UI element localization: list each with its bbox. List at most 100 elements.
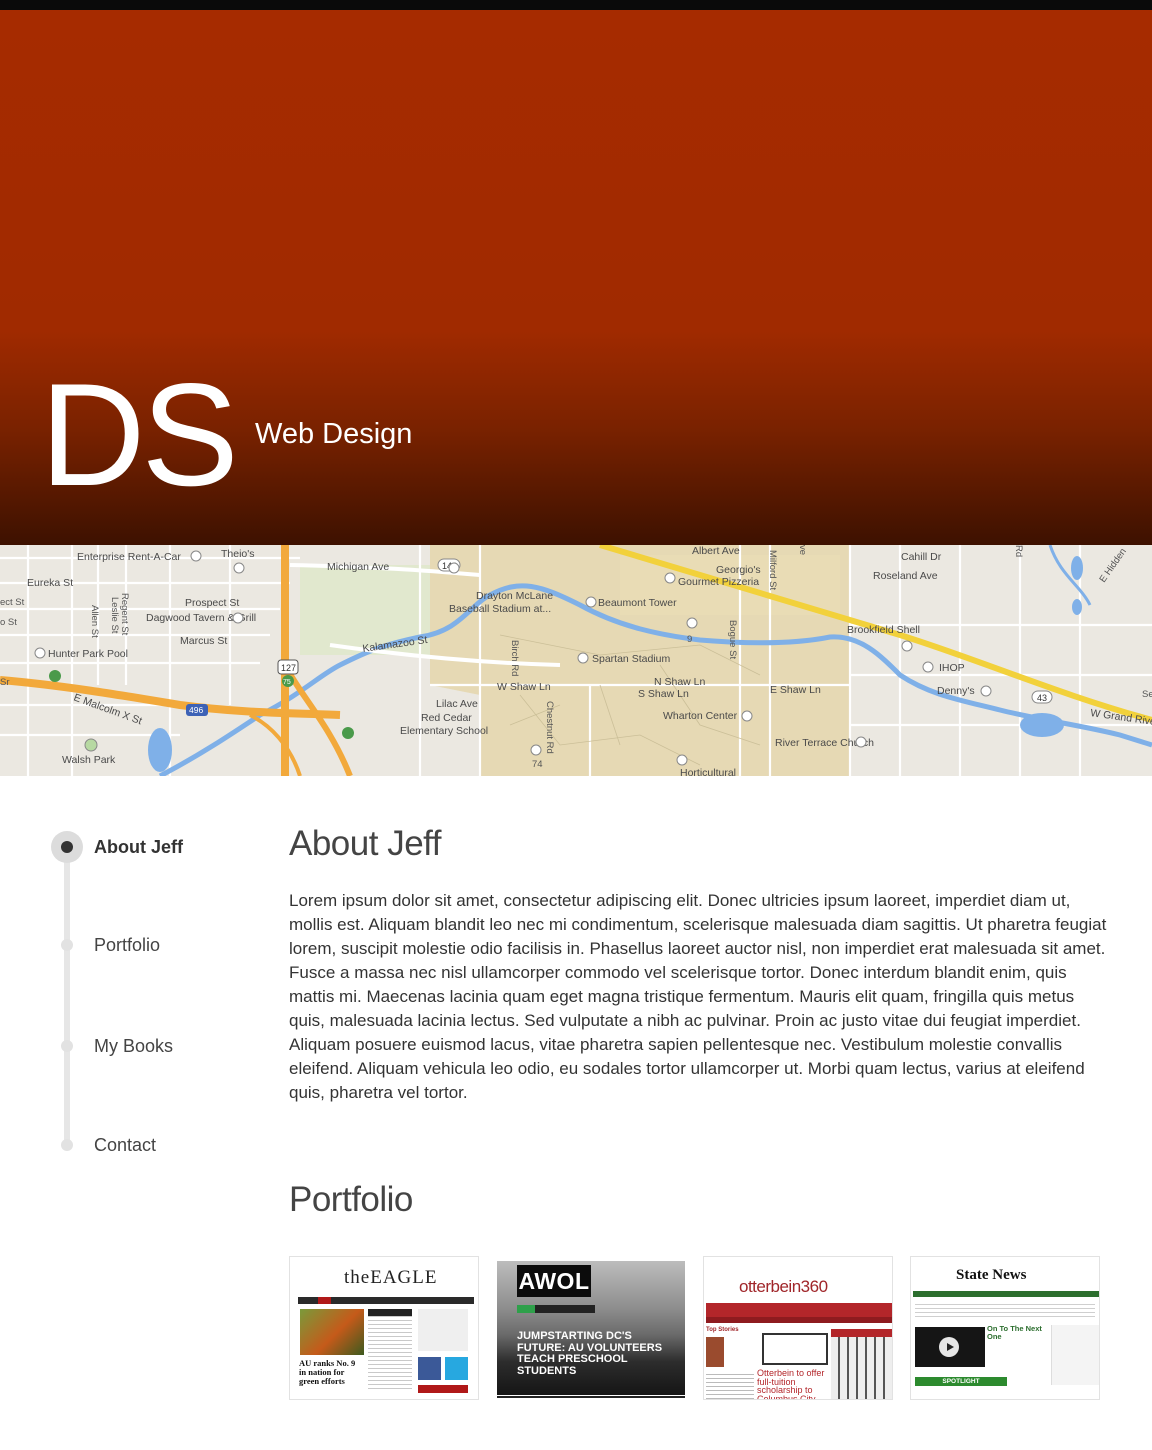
portfolio-thumb-state-news[interactable]: State News On To The Next One SPOTLIGHT: [910, 1256, 1100, 1400]
thumb-brand: theEAGLE: [344, 1267, 438, 1288]
svg-text:496: 496: [189, 705, 203, 715]
play-icon: [939, 1337, 959, 1357]
svg-text:Horticultural: Horticultural: [680, 767, 736, 776]
thumb-photo: [706, 1337, 724, 1367]
svg-text:Eureka St: Eureka St: [27, 577, 73, 589]
map-canvas[interactable]: Enterprise Rent-A-Car Theio's Michigan A…: [0, 545, 1152, 776]
thumb-brand: otterbein360: [739, 1277, 828, 1296]
portfolio-grid: theEAGLE AU ranks No. 9 in nation for gr…: [289, 1256, 1109, 1400]
thumb-rule: [497, 1396, 685, 1398]
thumb-nav-strip: [517, 1305, 595, 1313]
portfolio-thumb-awol[interactable]: AWOL JUMPSTARTING DC'S FUTURE: AU VOLUNT…: [496, 1256, 686, 1400]
svg-text:Georgio's: Georgio's: [716, 564, 761, 576]
thumb-text-lines: [915, 1301, 1095, 1319]
svg-text:Theio's: Theio's: [221, 548, 255, 560]
nav-dot-icon: [61, 939, 73, 951]
svg-text:Hunter Park Pool: Hunter Park Pool: [48, 648, 128, 660]
svg-text:Spartan Stadium: Spartan Stadium: [592, 653, 670, 665]
about-heading: About Jeff: [289, 824, 441, 863]
nav-dot-icon: [61, 1139, 73, 1151]
thumb-headline: AU ranks No. 9 in nation for green effor…: [299, 1358, 356, 1386]
section-nav: About Jeff Portfolio My Books Contact: [50, 830, 270, 1160]
thumb-brand: AWOL: [517, 1265, 591, 1297]
thumb-right-column: [1051, 1325, 1099, 1385]
thumb-section: SPOTLIGHT: [915, 1377, 1007, 1386]
svg-text:Se: Se: [1142, 689, 1152, 700]
nav-active-dot-icon: [51, 831, 83, 863]
svg-text:ect St: ect St: [0, 597, 25, 608]
svg-text:Rd: Rd: [1013, 545, 1024, 557]
thumb-list: [706, 1371, 754, 1399]
top-bar: [0, 0, 1152, 10]
svg-text:43: 43: [1037, 693, 1047, 703]
thumb-column: [368, 1309, 412, 1389]
hero-header: DS Web Design: [0, 10, 1152, 545]
svg-text:127: 127: [281, 663, 296, 673]
nav-item-label: My Books: [94, 1036, 174, 1056]
nav-item-label: About Jeff: [94, 837, 183, 857]
svg-text:Cahill Dr: Cahill Dr: [901, 551, 942, 563]
nav-timeline: [64, 846, 70, 1146]
thumb-nav-strip: [706, 1317, 892, 1323]
svg-text:Drayton McLane: Drayton McLane: [476, 590, 553, 602]
svg-text:Brookfield Shell: Brookfield Shell: [847, 624, 920, 636]
thumb-nav-strip: [913, 1291, 1099, 1297]
about-body: Lorem ipsum dolor sit amet, consectetur …: [289, 891, 1107, 1102]
svg-text:E Shaw Ln: E Shaw Ln: [770, 684, 821, 696]
svg-text:Walsh Park: Walsh Park: [62, 754, 116, 766]
thumb-calendar: [831, 1329, 892, 1399]
svg-text:Leslie St: Leslie St: [109, 597, 120, 634]
svg-text:ve: ve: [797, 545, 808, 555]
twitter-icon: [445, 1357, 468, 1380]
svg-text:o St: o St: [0, 617, 17, 628]
svg-text:Gourmet Pizzeria: Gourmet Pizzeria: [678, 576, 759, 588]
svg-text:Beaumont Tower: Beaumont Tower: [598, 597, 677, 609]
svg-text:Milford St: Milford St: [767, 550, 778, 590]
portfolio-heading: Portfolio: [289, 1180, 413, 1219]
nav-dot-icon: [61, 1040, 73, 1052]
svg-text:75: 75: [283, 679, 291, 686]
svg-text:Roseland Ave: Roseland Ave: [873, 570, 938, 582]
thumb-headline: On To The Next One: [987, 1324, 1042, 1341]
svg-text:Red Cedar: Red Cedar: [421, 712, 472, 724]
thumb-red-bar: [418, 1385, 468, 1393]
portfolio-thumb-otterbein[interactable]: otterbein360 Top Stories Otterbein to of…: [703, 1256, 893, 1400]
svg-text:N Shaw Ln: N Shaw Ln: [654, 676, 706, 688]
nav-item-label: Contact: [94, 1135, 157, 1155]
svg-text:Michigan Ave: Michigan Ave: [327, 561, 389, 573]
svg-text:Marcus St: Marcus St: [180, 635, 227, 647]
svg-text:Bogue St: Bogue St: [727, 620, 738, 659]
svg-text:9: 9: [687, 634, 692, 645]
svg-text:Sr: Sr: [0, 677, 10, 688]
svg-text:Albert Ave: Albert Ave: [692, 545, 740, 557]
svg-text:Birch Rd: Birch Rd: [509, 640, 520, 676]
logo-tagline: Web Design: [255, 418, 413, 450]
svg-text:Prospect St: Prospect St: [185, 597, 239, 609]
svg-text:Chestnut Rd: Chestnut Rd: [544, 701, 555, 754]
thumb-photo-frame: [762, 1333, 828, 1365]
portfolio-thumb-eagle[interactable]: theEAGLE AU ranks No. 9 in nation for gr…: [289, 1256, 479, 1400]
thumb-brand: State News: [956, 1267, 1027, 1283]
svg-text:Baseball Stadium at...: Baseball Stadium at...: [449, 603, 551, 615]
svg-text:Wharton Center: Wharton Center: [663, 710, 738, 722]
nav-item-about-jeff[interactable]: About Jeff: [50, 830, 270, 864]
nav-item-portfolio[interactable]: Portfolio: [50, 928, 270, 962]
svg-text:Lilac Ave: Lilac Ave: [436, 698, 478, 710]
thumb-section: Top Stories: [706, 1327, 739, 1333]
thumb-header-bar: [706, 1303, 892, 1317]
location-map[interactable]: Enterprise Rent-A-Car Theio's Michigan A…: [0, 545, 1152, 776]
facebook-icon: [418, 1357, 441, 1380]
thumb-nav-strip: [298, 1297, 474, 1304]
nav-item-label: Portfolio: [94, 935, 161, 955]
nav-item-contact[interactable]: Contact: [50, 1128, 270, 1162]
svg-text:Elementary School: Elementary School: [400, 725, 488, 737]
svg-text:W Shaw Ln: W Shaw Ln: [497, 681, 551, 693]
svg-text:S Shaw Ln: S Shaw Ln: [638, 688, 689, 700]
thumb-photo: [300, 1309, 364, 1355]
svg-text:Denny's: Denny's: [937, 685, 975, 697]
nav-item-my-books[interactable]: My Books: [50, 1029, 270, 1063]
logo-mark[interactable]: DS: [40, 362, 239, 508]
svg-text:74: 74: [532, 759, 543, 770]
thumb-sidebar-box: [418, 1309, 468, 1351]
svg-text:Enterprise Rent-A-Car: Enterprise Rent-A-Car: [77, 551, 181, 563]
